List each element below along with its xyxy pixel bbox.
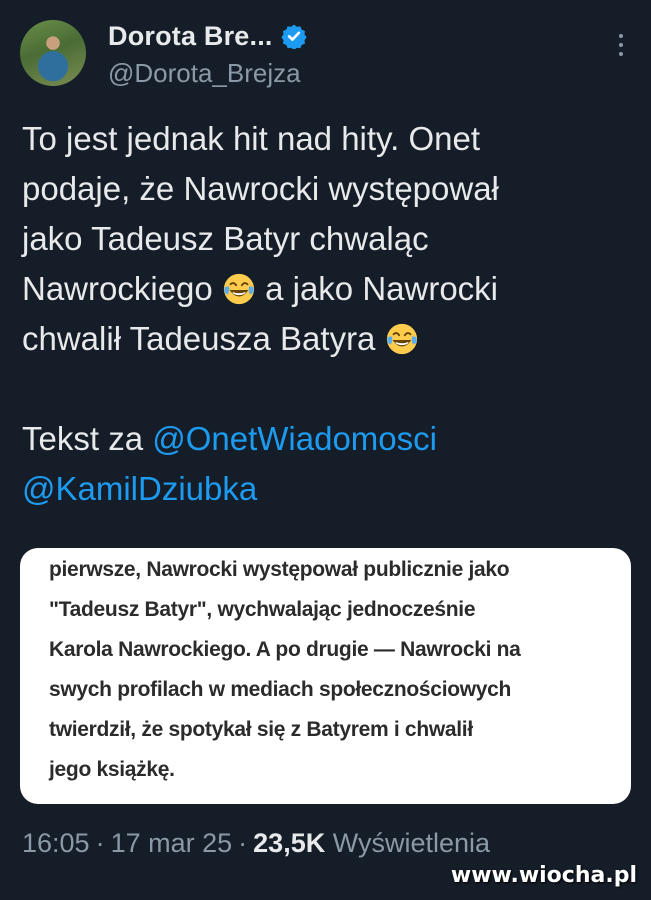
author-display-name[interactable]: Dorota Bre... (108, 21, 273, 52)
quote-line: Karola Nawrockiego. A po drugie — Nawroc… (49, 638, 521, 661)
author-handle[interactable]: @Dorota_Brejza (108, 58, 301, 89)
tweet-line: chwalił Tadeusza Batyra (22, 320, 385, 357)
tweet-line: jako Tadeusz Batyr chwaląc (22, 220, 429, 257)
more-options-icon[interactable] (617, 34, 625, 64)
views-count: 23,5K (253, 828, 326, 858)
tweet-text: To jest jednak hit nad hity. Onet podaje… (22, 114, 622, 514)
tweet-header: Dorota Bre... @Dorota_Brejza (20, 20, 631, 92)
laughing-tears-emoji-icon (386, 323, 417, 355)
tweet-date[interactable]: 17 mar 25 (111, 828, 233, 858)
quote-line: twierdził, że spotykał się z Batyrem i c… (49, 718, 473, 741)
mention-link-onetwiadomosci[interactable]: @OnetWiadomosci (152, 420, 437, 457)
quote-line: "Tadeusz Batyr", wychwalając jednocześni… (49, 598, 476, 621)
verified-badge-icon (280, 24, 307, 49)
tweet-line: To jest jednak hit nad hity. Onet (22, 120, 480, 157)
views-label: Wyświetlenia (332, 828, 491, 858)
author-name-row: Dorota Bre... (108, 20, 307, 52)
watermark: www.wiocha.pl (450, 863, 637, 888)
meta-separator: · (95, 828, 105, 858)
quote-line: jego książkę. (49, 758, 175, 781)
quote-line: pierwsze, Nawrocki występował publicznie… (49, 558, 510, 581)
tweet-time[interactable]: 16:05 (22, 828, 90, 858)
tweet-line: Nawrockiego (22, 270, 222, 307)
tweet-line: a jako Nawrocki (255, 270, 499, 307)
quote-line: swych profilach w mediach społecznościow… (49, 678, 512, 701)
quoted-article-image[interactable]: pierwsze, Nawrocki występował publicznie… (20, 548, 631, 804)
tweet-line: podaje, że Nawrocki występował (22, 170, 499, 207)
tweet-text-prefix: Tekst za (22, 420, 153, 457)
avatar[interactable] (20, 20, 86, 86)
meta-separator: · (238, 828, 248, 858)
quoted-article-text: pierwsze, Nawrocki występował publicznie… (49, 550, 619, 790)
laughing-tears-emoji-icon (223, 273, 255, 305)
tweet-meta: 16:05 · 17 mar 25 · 23,5K Wyświetlenia (22, 828, 490, 859)
mention-link-kamildziubka[interactable]: @KamilDziubka (22, 470, 257, 507)
